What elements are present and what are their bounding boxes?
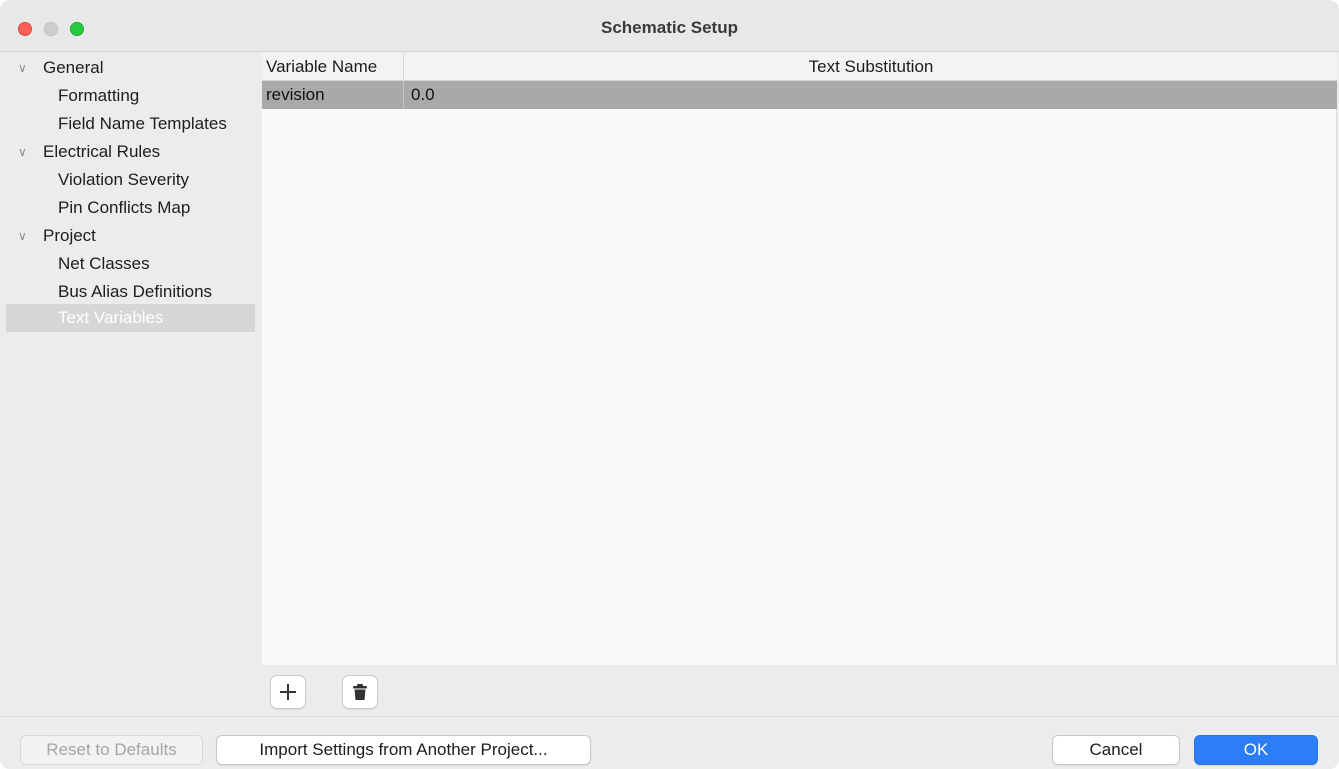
tree-item-violation-severity[interactable]: Violation Severity — [6, 166, 255, 194]
add-variable-button[interactable] — [270, 675, 306, 709]
tree-item-label: Text Variables — [58, 308, 164, 327]
tree-item-pin-conflicts-map[interactable]: Pin Conflicts Map — [6, 194, 255, 222]
tree-item-label: Bus Alias Definitions — [58, 282, 213, 301]
title-bar: Schematic Setup — [0, 0, 1339, 52]
tree-item-label: Electrical Rules — [43, 142, 161, 161]
ok-button[interactable]: OK — [1194, 735, 1318, 765]
tree-item-net-classes[interactable]: Net Classes — [6, 250, 255, 278]
text-variables-grid[interactable]: Variable Name Text Substitution revision… — [262, 53, 1337, 665]
variable-name-cell[interactable]: revision — [262, 81, 404, 109]
table-row[interactable]: revision 0.0 — [262, 81, 1337, 109]
tree-item-electrical-rules[interactable]: ∨ Electrical Rules — [6, 138, 255, 166]
dialog-window: Schematic Setup ∨ General Formatting Fie… — [0, 0, 1339, 769]
tree-item-text-variables[interactable]: Text Variables — [6, 304, 255, 332]
tree-item-label: General — [43, 58, 104, 77]
tree-item-formatting[interactable]: Formatting — [6, 82, 255, 110]
dialog-footer: Reset to Defaults Import Settings from A… — [0, 716, 1339, 769]
chevron-down-icon[interactable]: ∨ — [18, 138, 27, 166]
reset-to-defaults-button[interactable]: Reset to Defaults — [20, 735, 203, 765]
plus-icon — [280, 684, 296, 700]
tree-item-label: Project — [43, 226, 96, 245]
tree-item-label: Pin Conflicts Map — [58, 198, 191, 217]
chevron-down-icon[interactable]: ∨ — [18, 54, 27, 82]
tree-item-label: Formatting — [58, 86, 140, 105]
cancel-button[interactable]: Cancel — [1052, 735, 1180, 765]
tree-item-field-name-templates[interactable]: Field Name Templates — [6, 110, 255, 138]
column-header-variable-name[interactable]: Variable Name — [262, 53, 404, 81]
tree-item-project[interactable]: ∨ Project — [6, 222, 255, 250]
column-header-text-substitution[interactable]: Text Substitution — [405, 53, 1337, 81]
tree-item-general[interactable]: ∨ General — [6, 54, 255, 82]
text-substitution-cell[interactable]: 0.0 — [405, 81, 1337, 109]
tree-item-label: Field Name Templates — [58, 114, 227, 133]
chevron-down-icon[interactable]: ∨ — [18, 222, 27, 250]
tree-item-label: Net Classes — [58, 254, 150, 273]
import-settings-button[interactable]: Import Settings from Another Project... — [216, 735, 591, 765]
delete-variable-button[interactable] — [342, 675, 378, 709]
tree-item-bus-alias-definitions[interactable]: Bus Alias Definitions — [6, 278, 255, 306]
window-title: Schematic Setup — [601, 18, 738, 37]
grid-header: Variable Name Text Substitution — [262, 53, 1337, 81]
settings-tree: ∨ General Formatting Field Name Template… — [0, 53, 258, 716]
trash-icon — [353, 684, 367, 700]
tree-item-label: Violation Severity — [58, 170, 190, 189]
text-variables-panel: Variable Name Text Substitution revision… — [258, 53, 1339, 716]
